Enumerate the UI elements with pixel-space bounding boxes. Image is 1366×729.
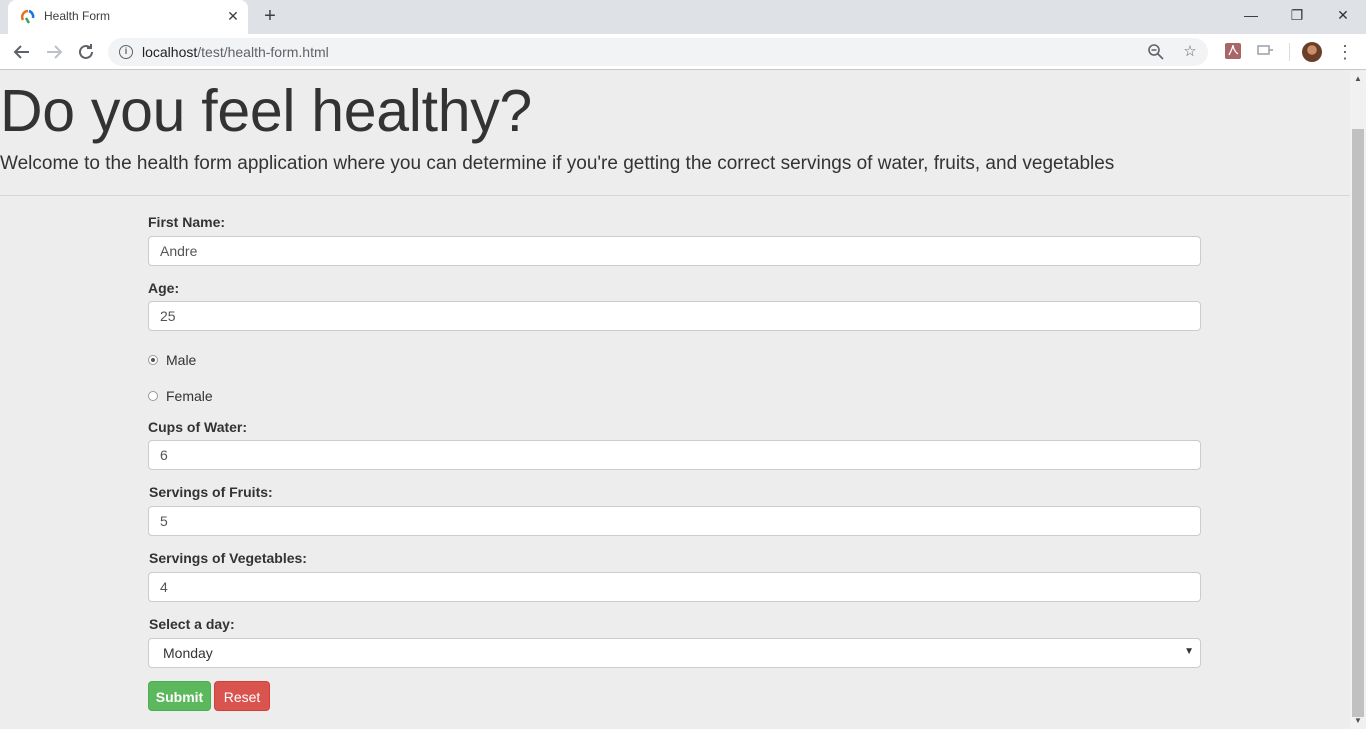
female-radio[interactable] bbox=[148, 391, 158, 401]
restore-button[interactable]: ❐ bbox=[1274, 0, 1320, 30]
pdf-extension-icon[interactable] bbox=[1223, 42, 1243, 62]
site-favicon-icon bbox=[20, 9, 35, 24]
female-radio-label[interactable]: Female bbox=[166, 388, 213, 404]
new-tab-button[interactable]: + bbox=[259, 6, 281, 28]
cast-extension-icon[interactable] bbox=[1255, 42, 1275, 62]
age-input[interactable]: 25 bbox=[148, 301, 1201, 331]
bookmark-star-icon[interactable]: ☆ bbox=[1180, 42, 1200, 62]
submit-button[interactable]: Submit bbox=[148, 681, 211, 711]
scroll-down-icon[interactable]: ▼ bbox=[1350, 713, 1366, 729]
vegetables-input[interactable]: 4 bbox=[148, 572, 1201, 602]
scroll-thumb[interactable] bbox=[1352, 129, 1364, 717]
minimize-button[interactable]: — bbox=[1228, 0, 1274, 30]
toolbar-separator bbox=[1289, 43, 1290, 61]
day-select-value: Monday bbox=[163, 645, 213, 661]
first-name-label: First Name: bbox=[148, 214, 226, 230]
chevron-down-icon: ▼ bbox=[1184, 646, 1194, 657]
water-input[interactable]: 6 bbox=[148, 440, 1201, 470]
close-icon[interactable]: ✕ bbox=[224, 7, 242, 25]
tab-strip: Health Form ✕ + — ❐ ✕ bbox=[0, 0, 1366, 34]
tab-title: Health Form bbox=[44, 9, 111, 23]
url-path: /test/health-form.html bbox=[197, 44, 329, 60]
scroll-up-icon[interactable]: ▲ bbox=[1350, 71, 1366, 87]
page-title: Do you feel healthy? bbox=[0, 78, 532, 144]
browser-toolbar: i localhost/test/health-form.html ☆ ⋮ bbox=[0, 34, 1366, 70]
url-text[interactable]: localhost/test/health-form.html bbox=[142, 44, 329, 60]
menu-dots-icon[interactable]: ⋮ bbox=[1336, 40, 1354, 64]
day-select[interactable]: Monday ▼ bbox=[148, 638, 1201, 668]
page-viewport: Do you feel healthy? Welcome to the heal… bbox=[0, 71, 1350, 729]
day-label: Select a day: bbox=[149, 616, 235, 632]
water-label: Cups of Water: bbox=[148, 419, 248, 435]
age-label: Age: bbox=[148, 280, 180, 296]
vertical-scrollbar[interactable]: ▲ ▼ bbox=[1350, 71, 1366, 729]
forward-icon[interactable] bbox=[42, 40, 66, 64]
first-name-input[interactable]: Andre bbox=[148, 236, 1201, 266]
reload-icon[interactable] bbox=[74, 40, 98, 64]
page-lead: Welcome to the health form application w… bbox=[0, 153, 1115, 174]
address-bar[interactable]: i localhost/test/health-form.html ☆ bbox=[108, 38, 1208, 66]
url-host: localhost bbox=[142, 44, 198, 60]
divider bbox=[0, 195, 1350, 196]
info-icon[interactable]: i bbox=[119, 45, 133, 59]
zoom-icon[interactable] bbox=[1146, 42, 1166, 62]
vegetables-label: Servings of Vegetables: bbox=[149, 550, 307, 566]
male-radio-label[interactable]: Male bbox=[166, 352, 196, 368]
browser-tab[interactable]: Health Form ✕ bbox=[8, 0, 248, 34]
fruits-input[interactable]: 5 bbox=[148, 506, 1201, 536]
male-radio[interactable] bbox=[148, 355, 158, 365]
fruits-label: Servings of Fruits: bbox=[149, 484, 273, 500]
back-icon[interactable] bbox=[10, 40, 34, 64]
close-window-button[interactable]: ✕ bbox=[1320, 0, 1366, 30]
reset-button[interactable]: Reset bbox=[214, 681, 270, 711]
profile-avatar[interactable] bbox=[1302, 42, 1322, 62]
